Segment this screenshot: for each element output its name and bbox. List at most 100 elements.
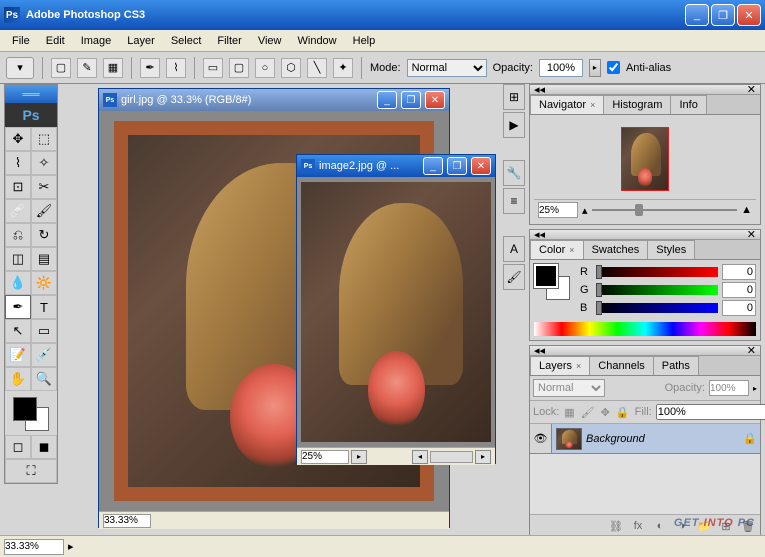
clone-stamp-tool[interactable]: ⎌ <box>5 223 31 247</box>
document-titlebar-girl[interactable]: Ps girl.jpg @ 33.3% (RGB/8#) _ ❐ ✕ <box>99 89 449 111</box>
tab-color[interactable]: Color× <box>530 240 584 259</box>
pen-tool[interactable]: ✒ <box>5 295 31 319</box>
horizontal-scrollbar[interactable] <box>430 451 473 463</box>
document-canvas-image2[interactable] <box>297 177 495 447</box>
panel-close-icon[interactable]: ✕ <box>747 83 756 96</box>
layer-style-icon[interactable]: fx <box>628 517 648 535</box>
navigator-zoom-input[interactable] <box>538 202 578 218</box>
dodge-tool[interactable]: 🔆 <box>31 271 57 295</box>
layer-name[interactable]: Background <box>586 433 740 445</box>
doc-close-button[interactable]: ✕ <box>471 157 491 175</box>
healing-brush-tool[interactable]: 🩹 <box>5 199 31 223</box>
layer-thumbnail[interactable] <box>556 428 582 450</box>
g-slider[interactable] <box>596 285 718 295</box>
link-layers-icon[interactable]: ⛓ <box>606 517 626 535</box>
tab-close-icon[interactable]: × <box>590 100 595 110</box>
strip-icon-3[interactable]: 🔧 <box>503 160 525 186</box>
document-zoom-input-image2[interactable] <box>301 450 349 464</box>
b-slider[interactable] <box>596 303 718 313</box>
opacity-input[interactable] <box>539 59 583 77</box>
layer-row-background[interactable]: 👁 Background 🔒 <box>530 424 760 454</box>
pen-icon[interactable]: ✒ <box>140 58 160 78</box>
doc-minimize-button[interactable]: _ <box>423 157 443 175</box>
strip-icon-5[interactable]: A <box>503 236 525 262</box>
mode-select[interactable]: Normal <box>407 59 487 77</box>
scroll-right-icon[interactable]: ▸ <box>475 450 491 464</box>
doc-maximize-button[interactable]: ❐ <box>447 157 467 175</box>
lock-all-icon[interactable]: 🔒 <box>615 404 631 420</box>
layer-opacity-input[interactable] <box>709 380 749 396</box>
path-selection-tool[interactable]: ↖ <box>5 319 31 343</box>
maximize-button[interactable]: ❐ <box>711 4 735 26</box>
fill-input[interactable] <box>656 404 765 420</box>
gradient-tool[interactable]: ▤ <box>31 247 57 271</box>
lock-image-icon[interactable]: 🖌 <box>580 404 596 420</box>
navigator-zoom-slider[interactable] <box>592 204 738 216</box>
blend-mode-select[interactable]: Normal <box>533 379 605 397</box>
strip-icon-1[interactable]: ⊞ <box>503 84 525 110</box>
polygon-shape-icon[interactable]: ⬡ <box>281 58 301 78</box>
menu-edit[interactable]: Edit <box>38 33 73 49</box>
paths-icon[interactable]: ✎ <box>77 58 97 78</box>
scroll-menu-icon[interactable]: ▸ <box>351 450 367 464</box>
slice-tool[interactable]: ✂ <box>31 175 57 199</box>
zoom-out-icon[interactable]: ▴ <box>582 204 588 217</box>
doc-close-button[interactable]: ✕ <box>425 91 445 109</box>
navigator-preview[interactable] <box>534 119 756 199</box>
panel-close-icon[interactable]: ✕ <box>747 228 756 241</box>
opacity-flyout-icon[interactable]: ▸ <box>589 59 601 77</box>
document-zoom-input-girl[interactable] <box>103 514 151 528</box>
tab-close-icon[interactable]: × <box>576 361 581 371</box>
r-input[interactable] <box>722 264 756 280</box>
menu-view[interactable]: View <box>250 33 290 49</box>
doc-maximize-button[interactable]: ❐ <box>401 91 421 109</box>
document-titlebar-image2[interactable]: Ps image2.jpg @ ... _ ❐ ✕ <box>297 155 495 177</box>
minimize-button[interactable]: _ <box>685 4 709 26</box>
blur-tool[interactable]: 💧 <box>5 271 31 295</box>
menu-file[interactable]: File <box>4 33 38 49</box>
visibility-eye-icon[interactable]: 👁 <box>530 424 552 453</box>
tab-info[interactable]: Info <box>670 95 706 114</box>
tab-channels[interactable]: Channels <box>589 356 653 375</box>
menu-image[interactable]: Image <box>73 33 120 49</box>
tab-histogram[interactable]: Histogram <box>603 95 671 114</box>
menu-window[interactable]: Window <box>290 33 345 49</box>
crop-tool[interactable]: ⊡ <box>5 175 31 199</box>
menu-select[interactable]: Select <box>163 33 210 49</box>
tab-layers[interactable]: Layers× <box>530 356 590 375</box>
move-tool[interactable]: ✥ <box>5 127 31 151</box>
tab-swatches[interactable]: Swatches <box>583 240 649 259</box>
notes-tool[interactable]: 📝 <box>5 343 31 367</box>
menu-filter[interactable]: Filter <box>209 33 249 49</box>
custom-shape-icon[interactable]: ✦ <box>333 58 353 78</box>
panel-close-icon[interactable]: ✕ <box>747 344 756 357</box>
layer-mask-icon[interactable]: ◐ <box>650 517 670 535</box>
b-input[interactable] <box>722 300 756 316</box>
eraser-tool[interactable]: ◫ <box>5 247 31 271</box>
strip-icon-2[interactable]: ▶ <box>503 112 525 138</box>
g-input[interactable] <box>722 282 756 298</box>
statusbar-menu-icon[interactable]: ▸ <box>68 540 74 553</box>
opacity-flyout-icon[interactable]: ▸ <box>753 384 757 393</box>
r-slider[interactable] <box>596 267 718 277</box>
close-button[interactable]: ✕ <box>737 4 761 26</box>
doc-minimize-button[interactable]: _ <box>377 91 397 109</box>
freeform-pen-icon[interactable]: ⌇ <box>166 58 186 78</box>
toolbox-grip[interactable]: ═══ <box>5 85 57 103</box>
menu-help[interactable]: Help <box>345 33 384 49</box>
screen-mode-icon[interactable]: ⛶ <box>5 459 57 483</box>
lasso-tool[interactable]: ⌇ <box>5 151 31 175</box>
tab-navigator[interactable]: Navigator× <box>530 95 604 114</box>
rectangle-shape-icon[interactable]: ▭ <box>203 58 223 78</box>
history-brush-tool[interactable]: ↻ <box>31 223 57 247</box>
statusbar-zoom-input[interactable] <box>4 539 64 555</box>
fill-pixels-icon[interactable]: ▦ <box>103 58 123 78</box>
tab-paths[interactable]: Paths <box>653 356 699 375</box>
zoom-tool[interactable]: 🔍 <box>31 367 57 391</box>
tab-styles[interactable]: Styles <box>647 240 695 259</box>
brush-tool[interactable]: 🖌 <box>31 199 57 223</box>
quickmask-mode-icon[interactable]: ◼ <box>31 435 57 459</box>
rounded-rect-shape-icon[interactable]: ▢ <box>229 58 249 78</box>
menu-layer[interactable]: Layer <box>119 33 163 49</box>
tool-preset-picker[interactable]: ▾ <box>6 57 34 79</box>
